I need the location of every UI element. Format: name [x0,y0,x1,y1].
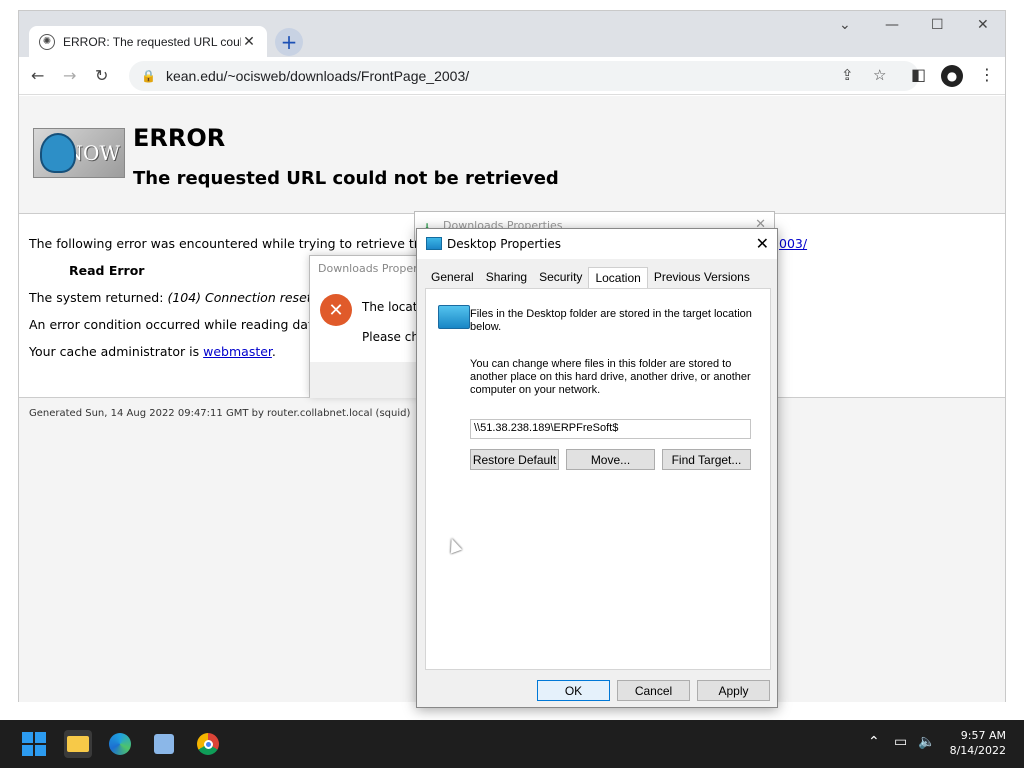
squid-icon [40,133,76,173]
error-line: The following error was encountered whil… [29,236,430,251]
cancel-button[interactable]: Cancel [617,680,690,701]
info-text: Files in the Desktop folder are stored i… [470,308,752,333]
folder-icon [438,305,470,329]
dialog-titlebar: Desktop Properties ✕ [417,229,777,259]
location-path-input[interactable]: \\51.38.238.189\ERPFreSoft$ [470,419,751,439]
tab-sharing[interactable]: Sharing [480,267,533,289]
file-explorer-icon[interactable] [64,730,92,758]
lock-icon[interactable]: 🔒 [141,69,156,83]
error-subheading: The requested URL could not be retrieved [133,168,559,189]
cache-admin-line: Your cache administrator is webmaster. [29,344,276,359]
network-icon[interactable]: ▭ [894,734,907,750]
restore-default-button[interactable]: Restore Default [470,449,559,470]
ok-button[interactable]: OK [537,680,610,701]
error-heading: ERROR [133,124,226,152]
url-text: kean.edu/~ocisweb/downloads/FrontPage_20… [165,68,470,84]
profile-avatar[interactable]: ● [941,65,963,87]
webmaster-link[interactable]: webmaster [203,344,272,359]
browser-toolbar: ← → ↻ 🔒 kean.edu/~ocisweb/downloads/Fron… [19,57,1005,95]
side-panel-icon[interactable]: ◧ [911,65,926,84]
tab-location[interactable]: Location [588,267,648,289]
close-window-icon[interactable]: ✕ [977,17,989,33]
info-text-2: You can change where files in this folde… [470,358,751,396]
chevron-down-icon[interactable]: ⌄ [839,17,851,33]
address-bar[interactable]: 🔒 kean.edu/~ocisweb/downloads/FrontPage_… [129,61,919,91]
error-icon: ✕ [320,294,352,326]
apply-button[interactable]: Apply [697,680,770,701]
chevron-up-icon[interactable]: ⌃ [868,734,880,750]
url-link-tail[interactable]: 003/ [779,236,807,251]
dialog-title: Desktop Properties [447,237,561,251]
menu-icon[interactable]: ⋮ [979,65,995,84]
move-button[interactable]: Move... [566,449,655,470]
dialog-tabs: General Sharing Security Location Previo… [425,267,756,289]
edge-icon[interactable] [106,730,134,758]
system-returned-line: The system returned: (104) Connection re… [29,290,312,305]
forward-icon[interactable]: → [63,66,76,85]
minimize-icon[interactable]: — [885,17,899,33]
taskbar: ⌃ ▭ 🔈 9:57 AM 8/14/2022 [0,720,1024,768]
app-icon[interactable] [150,730,178,758]
location-panel: Files in the Desktop folder are stored i… [425,288,771,670]
tab-security[interactable]: Security [533,267,588,289]
clock-time: 9:57 AM [960,729,1006,742]
folder-icon [426,237,442,250]
start-button[interactable] [20,730,48,758]
star-icon[interactable]: ☆ [873,66,886,84]
browser-tab[interactable]: ✺ ERROR: The requested URL could ✕ [29,26,267,57]
tab-general[interactable]: General [425,267,480,289]
reload-icon[interactable]: ↻ [95,66,108,85]
globe-icon: ✺ [39,33,55,50]
error-header: NOW ERROR The requested URL could not be… [19,96,1005,214]
share-icon[interactable]: ⇪ [841,66,854,84]
squid-now-logo: NOW [33,128,125,178]
page-footer: Generated Sun, 14 Aug 2022 09:47:11 GMT … [29,408,411,419]
chrome-icon[interactable] [194,730,222,758]
clock-date: 8/14/2022 [949,744,1006,757]
error-condition-line: An error condition occurred while readin… [29,317,321,332]
find-target-button[interactable]: Find Target... [662,449,751,470]
volume-icon[interactable]: 🔈 [918,734,935,750]
tab-close-icon[interactable]: ✕ [241,34,257,50]
new-tab-button[interactable]: + [275,28,303,56]
maximize-icon[interactable]: ☐ [931,17,944,33]
back-icon[interactable]: ← [31,66,44,85]
tab-strip: ✺ ERROR: The requested URL could ✕ + ⌄ —… [19,11,1005,57]
tab-title: ERROR: The requested URL could [63,34,241,49]
system-clock[interactable]: 9:57 AM 8/14/2022 [950,728,1006,758]
tab-previous-versions[interactable]: Previous Versions [648,267,756,289]
error-dialog-title: Downloads Propert [318,262,422,275]
read-error-label: Read Error [69,263,145,278]
desktop-properties-dialog: Desktop Properties ✕ General Sharing Sec… [416,228,778,708]
close-icon[interactable]: ✕ [756,234,769,253]
